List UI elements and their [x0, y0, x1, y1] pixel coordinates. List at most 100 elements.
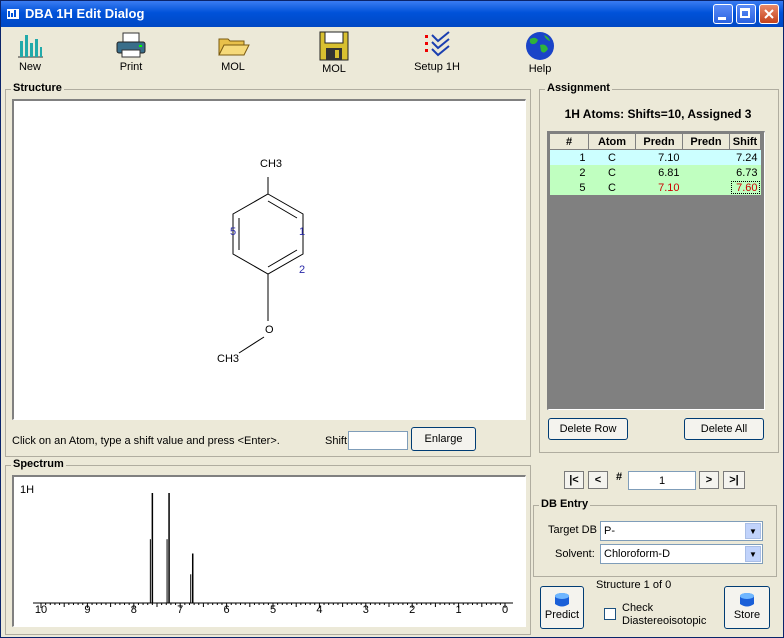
structure-title: Structure: [11, 82, 64, 94]
col-header-predn2[interactable]: Predn: [682, 133, 730, 150]
checklist-icon: [425, 31, 450, 57]
window-title: DBA 1H Edit Dialog: [25, 6, 145, 21]
table-row[interactable]: 1 C 7.10 7.24: [549, 149, 761, 166]
atom-number-2[interactable]: 2: [299, 264, 305, 276]
maximize-button[interactable]: [736, 4, 756, 24]
delete-all-button[interactable]: Delete All: [684, 418, 764, 440]
row-atom: C: [608, 166, 616, 179]
print-button[interactable]: Print: [96, 29, 166, 81]
open-folder-icon: [218, 38, 250, 56]
new-label: New: [18, 61, 41, 73]
save-mol-label: MOL: [322, 63, 346, 75]
spectrum-canvas[interactable]: 1H 10 9 8 7 6 5 4 3 2 1 0: [12, 475, 526, 627]
solvent-select[interactable]: Chloroform-D ▼: [600, 544, 763, 564]
x-tick-label: 0: [502, 604, 508, 616]
row-predn2: [683, 150, 730, 166]
molecule-drawing[interactable]: CH3 O CH3 5 1 2: [14, 101, 524, 418]
x-tick-label: 3: [363, 604, 369, 616]
oxygen-label[interactable]: O: [265, 324, 274, 336]
spectrum-plot[interactable]: 10 9 8 7 6 5 4 3 2 1 0: [14, 477, 524, 625]
atom-number-5[interactable]: 5: [230, 226, 236, 238]
assignment-summary: 1H Atoms: Shifts=10, Assigned 3: [564, 107, 752, 121]
col-header-predn[interactable]: Predn: [635, 133, 683, 150]
structure-status: Structure 1 of 0: [596, 579, 672, 591]
next-record-button[interactable]: >: [699, 471, 719, 489]
delete-row-button[interactable]: Delete Row: [548, 418, 628, 440]
target-db-select[interactable]: P- ▼: [600, 521, 763, 541]
diastereoisotopic-label: Diastereoisotopic: [622, 615, 707, 627]
minimize-icon: [718, 17, 726, 20]
last-record-button[interactable]: >|: [723, 471, 745, 489]
dba-1h-edit-dialog: DBA 1H Edit Dialog New Print MOL MOL Set…: [0, 0, 784, 638]
assignment-grid[interactable]: # Atom Predn Predn Shift 1 C 7.10 7.24 2: [547, 131, 765, 410]
x-tick-label: 7: [177, 604, 183, 616]
atom-number-1[interactable]: 1: [299, 226, 305, 238]
table-row[interactable]: 2 C 6.81 6.73: [549, 165, 761, 180]
new-button[interactable]: New: [1, 29, 65, 81]
first-record-button[interactable]: |<: [564, 471, 584, 489]
benzene-ring: [232, 193, 304, 275]
store-button[interactable]: Store: [724, 586, 770, 629]
bond-methoxy: [238, 336, 265, 354]
database-icon: [555, 593, 569, 607]
open-mol-button[interactable]: MOL: [198, 29, 268, 81]
floppy-disk-icon: [319, 31, 349, 61]
x-tick-label: 6: [224, 604, 230, 616]
title-bar: DBA 1H Edit Dialog: [1, 1, 783, 27]
shift-label: Shift: [325, 435, 348, 447]
save-mol-button[interactable]: MOL: [299, 29, 369, 81]
check-label: Check: [622, 602, 654, 614]
diastereoisotopic-checkbox[interactable]: [604, 608, 616, 620]
solvent-label: Solvent:: [555, 548, 595, 560]
table-row[interactable]: 5 C 7.10 7.60: [549, 180, 761, 195]
row-predn2: [683, 180, 730, 195]
app-icon: [7, 9, 19, 19]
shift-input[interactable]: [348, 431, 408, 450]
spectrum-title: Spectrum: [11, 458, 66, 470]
row-shift[interactable]: 7.24: [730, 150, 761, 166]
close-icon: [764, 9, 774, 19]
target-db-label: Target DB: [548, 524, 597, 536]
store-label: Store: [733, 609, 761, 621]
predict-label: Predict: [544, 609, 580, 621]
ring-double-bonds: [238, 200, 298, 268]
row-predn2: [683, 165, 730, 180]
minimize-button[interactable]: [713, 4, 733, 24]
open-mol-label: MOL: [221, 61, 245, 73]
row-shift[interactable]: 6.73: [730, 165, 761, 180]
setup-1h-label: Setup 1H: [414, 61, 460, 73]
structure-canvas[interactable]: CH3 O CH3 5 1 2: [12, 99, 526, 420]
globe-icon: [526, 32, 554, 60]
target-db-value: P-: [604, 525, 615, 537]
prev-record-button[interactable]: <: [588, 471, 608, 489]
bar-chart-icon: [18, 35, 43, 58]
bottom-methyl-label[interactable]: CH3: [217, 353, 239, 365]
record-hash-label: #: [616, 471, 623, 483]
chevron-down-icon[interactable]: ▼: [745, 523, 761, 539]
row-num: 1: [579, 151, 586, 164]
predict-button[interactable]: Predict: [540, 586, 584, 629]
x-tick-label: 8: [131, 604, 137, 616]
row-predn: 6.81: [658, 166, 680, 179]
row-predn: 7.10: [658, 151, 680, 164]
enlarge-button[interactable]: Enlarge: [411, 427, 476, 451]
chevron-down-icon[interactable]: ▼: [745, 546, 761, 562]
top-methyl-label[interactable]: CH3: [260, 158, 282, 170]
database-icon: [740, 593, 754, 607]
assignment-table: # Atom Predn Predn Shift 1 C 7.10 7.24 2: [549, 133, 761, 195]
help-button[interactable]: Help: [505, 29, 575, 81]
row-atom: C: [608, 151, 616, 164]
setup-1h-button[interactable]: Setup 1H: [402, 29, 472, 81]
close-button[interactable]: [759, 4, 779, 24]
help-label: Help: [528, 63, 552, 75]
printer-icon: [116, 32, 146, 58]
col-header-num[interactable]: #: [549, 133, 589, 150]
record-number-input[interactable]: [628, 471, 696, 490]
col-header-atom[interactable]: Atom: [588, 133, 636, 150]
assignment-title: Assignment: [545, 82, 612, 94]
row-predn: 7.10: [658, 181, 680, 194]
structure-hint: Click on an Atom, type a shift value and…: [12, 435, 280, 447]
x-tick-label: 2: [409, 604, 415, 616]
row-shift-focused[interactable]: 7.60: [730, 180, 761, 195]
col-header-shift[interactable]: Shift: [729, 133, 761, 150]
